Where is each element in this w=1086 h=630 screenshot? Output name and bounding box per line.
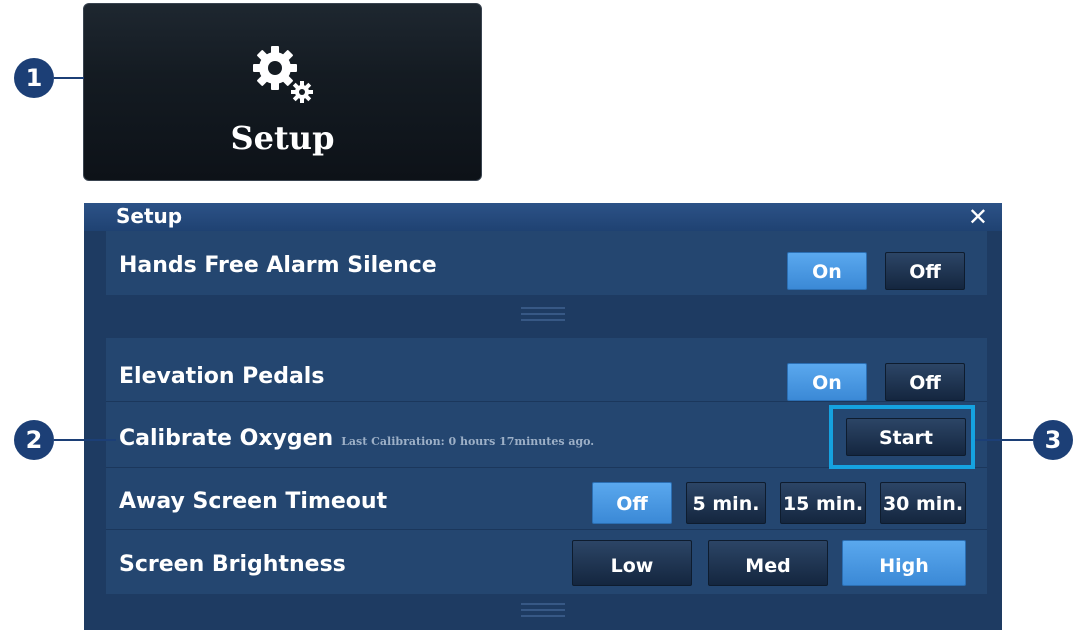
- drag-handle[interactable]: [521, 307, 565, 325]
- away-5min-button[interactable]: 5 min.: [686, 482, 766, 524]
- drag-handle-bottom[interactable]: [521, 603, 565, 621]
- callout-2-leader: [54, 439, 116, 441]
- elevation-off-button[interactable]: Off: [885, 363, 965, 401]
- elevation-label: Elevation Pedals: [119, 364, 325, 389]
- hands-free-panel: Hands Free Alarm Silence On Off: [106, 231, 987, 295]
- calibrate-oxygen-title: Calibrate Oxygen: [119, 426, 334, 451]
- dialog-title: Setup: [116, 204, 183, 228]
- start-button-highlight: [829, 405, 975, 469]
- hands-free-off-button[interactable]: Off: [885, 252, 965, 290]
- away-15min-button[interactable]: 15 min.: [780, 482, 866, 524]
- last-calibration-text: Last Calibration: 0 hours 17minutes ago.: [341, 435, 595, 448]
- away-timeout-label: Away Screen Timeout: [119, 489, 388, 514]
- hands-free-label: Hands Free Alarm Silence: [119, 253, 437, 278]
- callout-1: 1: [14, 58, 54, 98]
- callout-2: 2: [14, 420, 54, 460]
- brightness-high-button[interactable]: High: [842, 540, 966, 586]
- away-off-button[interactable]: Off: [592, 482, 672, 524]
- elevation-on-button[interactable]: On: [787, 363, 867, 401]
- brightness-low-button[interactable]: Low: [572, 540, 692, 586]
- row-divider: [106, 529, 987, 530]
- setup-launch-button[interactable]: Setup: [83, 3, 482, 181]
- callout-1-leader: [54, 77, 84, 79]
- callout-3-leader: [975, 439, 1033, 441]
- calibrate-oxygen-label: Calibrate Oxygen Last Calibration: 0 hour…: [119, 426, 594, 451]
- gear-icon: [253, 46, 313, 103]
- away-30min-button[interactable]: 30 min.: [880, 482, 966, 524]
- row-divider: [106, 401, 987, 402]
- callout-3: 3: [1033, 420, 1073, 460]
- brightness-label: Screen Brightness: [119, 552, 346, 577]
- hands-free-on-button[interactable]: On: [787, 252, 867, 290]
- brightness-med-button[interactable]: Med: [708, 540, 828, 586]
- dialog-titlebar: Setup ✕: [84, 203, 1002, 231]
- setup-launch-label: Setup: [230, 119, 335, 157]
- close-icon[interactable]: ✕: [968, 203, 988, 231]
